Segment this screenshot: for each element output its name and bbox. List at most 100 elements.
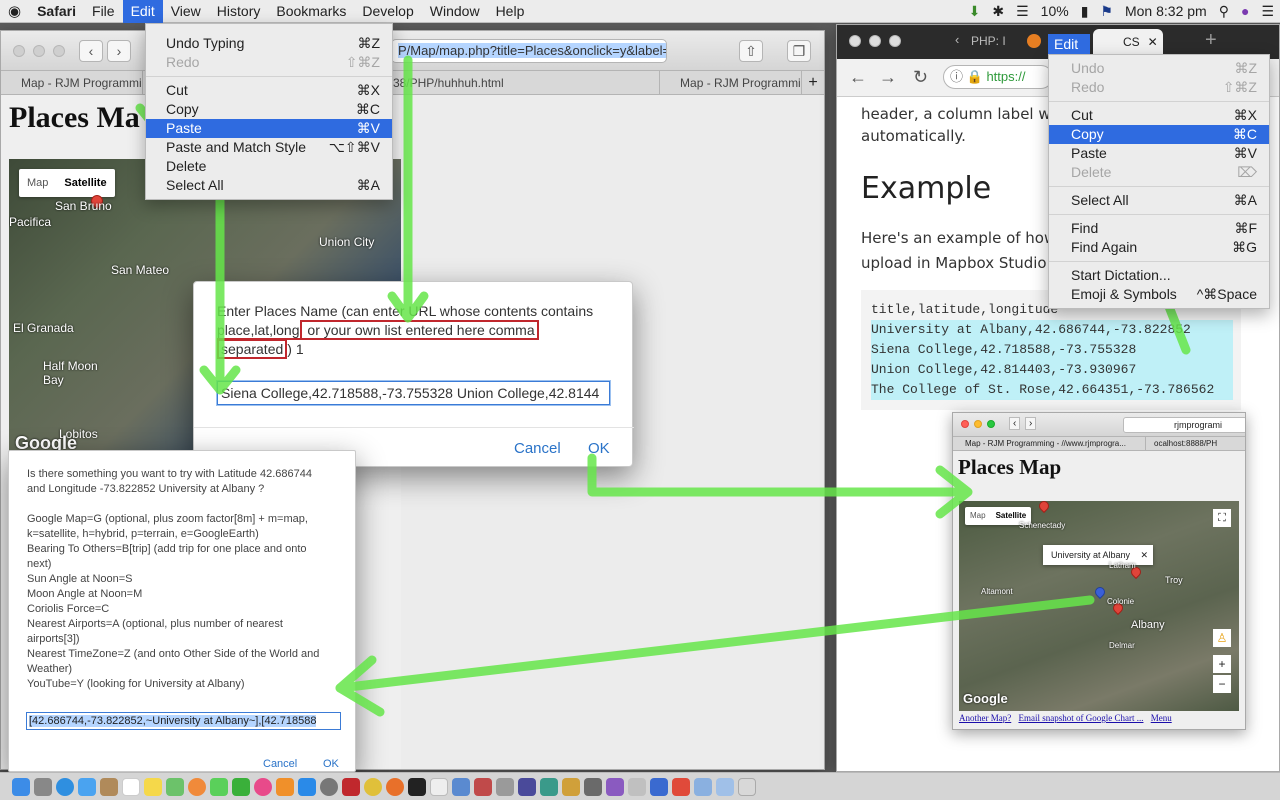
zoom-icon[interactable]	[53, 45, 65, 57]
terminal-icon[interactable]	[408, 777, 426, 796]
menu-edit[interactable]: Edit	[122, 0, 163, 23]
app-icon[interactable]	[474, 777, 492, 796]
result-tab-2[interactable]: ocalhost:8888/PH	[1145, 437, 1245, 450]
app-icon[interactable]	[562, 777, 580, 796]
firefox-icon[interactable]	[386, 777, 404, 796]
tab-map-2[interactable]: Map - RJM Programming - //www.rjmpr...	[660, 71, 802, 94]
forward-icon[interactable]: ›	[1025, 417, 1037, 430]
menu-item-select-all[interactable]: Select All ⌘A	[1049, 191, 1269, 210]
forward-icon[interactable]: →	[879, 67, 897, 88]
right-address-bar[interactable]: ⓘ 🔒 https://	[943, 65, 1053, 89]
pegman-icon[interactable]: ♙	[1213, 629, 1231, 647]
tab-map-1[interactable]: Map - RJM Programming	[1, 71, 143, 94]
menu-item-find[interactable]: Find ⌘F	[1049, 219, 1269, 238]
app-icon[interactable]	[650, 777, 668, 796]
itunes-icon[interactable]	[254, 777, 272, 796]
launchpad-icon[interactable]	[34, 777, 52, 796]
menu-item-redo[interactable]: Redo ⇧⌘Z	[146, 53, 392, 72]
map-type-map[interactable]: Map	[965, 507, 991, 525]
calendar-icon[interactable]	[122, 777, 140, 796]
new-tab-icon[interactable]: +	[1205, 29, 1217, 52]
close-icon[interactable]	[13, 45, 25, 57]
menu-item-find-again[interactable]: Find Again ⌘G	[1049, 238, 1269, 257]
back-button[interactable]: ‹	[79, 40, 103, 62]
menu-develop[interactable]: Develop	[354, 0, 421, 23]
menu-link[interactable]: Menu	[1151, 713, 1172, 723]
app-icon[interactable]	[496, 777, 514, 796]
clock[interactable]: Mon 8:32 pm	[1119, 0, 1213, 23]
result-tab-1[interactable]: Map - RJM Programming - //www.rjmprogra.…	[953, 437, 1145, 450]
another-map-link[interactable]: Another Map?	[959, 713, 1011, 723]
map-type-map[interactable]: Map	[19, 169, 56, 197]
reload-icon[interactable]: ↻	[913, 67, 928, 88]
address-bar[interactable]: P/Map/map.php?title=Places&onclick=y&lab…	[391, 39, 667, 63]
spotlight-icon[interactable]: ⚲	[1213, 0, 1235, 23]
menu-item-emoji-symbols[interactable]: Emoji & Symbols ^⌘Space	[1049, 285, 1269, 304]
battery-icon[interactable]: ▮	[1075, 0, 1095, 23]
code-line[interactable]: Union College,42.814403,-73.930967	[871, 360, 1233, 380]
menu-item-start-dictation[interactable]: Start Dictation...	[1049, 266, 1269, 285]
menu-item-paste[interactable]: Paste ⌘V	[146, 119, 392, 138]
result-map[interactable]: Map Satellite ⛶ University at Albany ✕ A…	[959, 501, 1239, 711]
maps-icon[interactable]	[166, 777, 184, 796]
menu-item-delete[interactable]: Delete ⌦	[1049, 163, 1269, 182]
flag-icon[interactable]: ⚑	[1094, 0, 1119, 23]
appstore-icon[interactable]	[298, 777, 316, 796]
app-icon[interactable]	[672, 777, 690, 796]
notification-center-icon[interactable]: ☰	[1255, 0, 1280, 23]
back-icon[interactable]: ←	[849, 67, 867, 88]
back-icon[interactable]: ‹	[1009, 417, 1021, 430]
facetime-icon[interactable]	[232, 777, 250, 796]
menu-item-redo[interactable]: Redo ⇧⌘Z	[1049, 78, 1269, 97]
finder-icon[interactable]	[12, 777, 30, 796]
zoom-icon[interactable]	[889, 35, 901, 47]
menu-item-undo[interactable]: Undo ⌘Z	[1049, 59, 1269, 78]
tab-php[interactable]: PHP: I	[971, 34, 1006, 48]
contacts-icon[interactable]	[100, 777, 118, 796]
menu-help[interactable]: Help	[488, 0, 533, 23]
menu-item-select-all[interactable]: Select All ⌘A	[146, 176, 392, 195]
trash-icon[interactable]	[738, 777, 756, 796]
info-icon[interactable]: ⓘ	[950, 69, 963, 84]
textedit-icon[interactable]	[430, 777, 448, 796]
menu-item-copy[interactable]: Copy ⌘C	[146, 100, 392, 119]
menu-file[interactable]: File	[84, 0, 123, 23]
messages-icon[interactable]	[210, 777, 228, 796]
result-address-bar[interactable]: rjmprogrami	[1123, 417, 1245, 433]
options-ok-button[interactable]: OK	[323, 758, 339, 770]
forward-button[interactable]: ›	[107, 40, 131, 62]
share-icon[interactable]: ⇧	[739, 40, 763, 62]
options-cancel-button[interactable]: Cancel	[263, 758, 297, 770]
close-icon[interactable]	[961, 420, 969, 428]
menu-item-cut[interactable]: Cut ⌘X	[1049, 106, 1269, 125]
menu-item-paste[interactable]: Paste ⌘V	[1049, 144, 1269, 163]
ibooks-icon[interactable]	[276, 777, 294, 796]
app-icon[interactable]	[628, 777, 646, 796]
menu-app-name[interactable]: Safari	[29, 0, 84, 23]
menu-item-delete[interactable]: Delete	[146, 157, 392, 176]
app-icon[interactable]	[452, 777, 470, 796]
photos-icon[interactable]	[188, 777, 206, 796]
zoom-out-button[interactable]: −	[1213, 675, 1231, 693]
code-line[interactable]: University at Albany,42.686744,-73.82285…	[871, 320, 1233, 340]
chrome-icon[interactable]	[364, 777, 382, 796]
app-icon[interactable]	[606, 777, 624, 796]
info-close-icon[interactable]: ✕	[1140, 545, 1148, 565]
tabs-overview-icon[interactable]: ❐	[787, 40, 811, 62]
menu-window[interactable]: Window	[422, 0, 488, 23]
email-snapshot-link[interactable]: Email snapshot of Google Chart ...	[1018, 713, 1143, 723]
code-line[interactable]: The College of St. Rose,42.664351,-73.78…	[871, 380, 1233, 400]
map-marker[interactable]	[1036, 501, 1052, 514]
safari-icon[interactable]	[56, 777, 74, 796]
prompt-ok-button[interactable]: OK	[588, 440, 610, 457]
close-icon[interactable]	[849, 35, 861, 47]
prompt-cancel-button[interactable]: Cancel	[514, 440, 561, 457]
minimize-icon[interactable]	[33, 45, 45, 57]
downloads-stack-icon[interactable]	[694, 777, 712, 796]
prompt-input[interactable]: Siena College,42.718588,-73.755328 Union…	[217, 381, 610, 405]
tab-back-icon[interactable]: ‹	[955, 32, 959, 47]
map-type-satellite[interactable]: Satellite	[56, 169, 114, 197]
notes-icon[interactable]	[144, 777, 162, 796]
app-icon[interactable]	[540, 777, 558, 796]
menu-view[interactable]: View	[163, 0, 209, 23]
